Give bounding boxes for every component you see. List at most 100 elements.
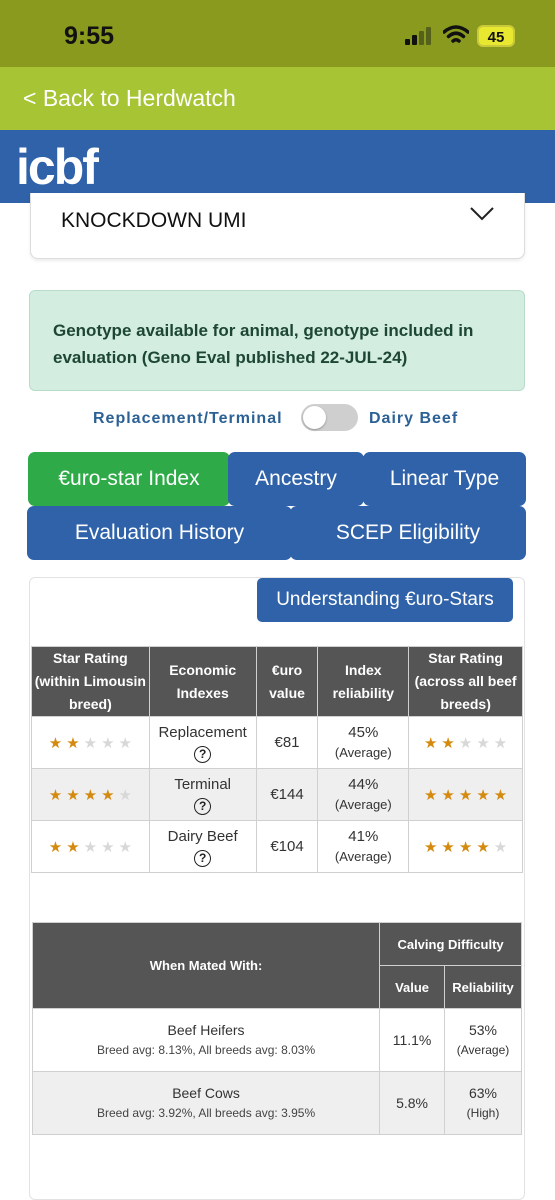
star-empty-icon: ★ xyxy=(118,838,132,856)
header-reliability: Reliability xyxy=(444,965,522,1009)
calving-value: 5.8% xyxy=(379,1071,446,1135)
star-empty-icon: ★ xyxy=(83,734,98,752)
calving-value: 11.1% xyxy=(379,1008,446,1072)
header-star-rating-across: Star Rating (across all beef breeds) xyxy=(408,646,523,717)
header-index-reliability: Index reliability xyxy=(317,646,410,717)
star-filled-icon: ★ xyxy=(423,838,438,856)
stars-within-cell: ★ ★ ★ ★ ★ xyxy=(31,768,150,821)
table-row: Beef Cows Breed avg: 3.92%, All breeds a… xyxy=(31,1071,522,1135)
star-rating-within: ★ ★ ★ ★ ★ xyxy=(34,838,147,856)
star-filled-icon: ★ xyxy=(441,838,455,856)
star-empty-icon: ★ xyxy=(83,838,98,856)
tab-scep-eligibility[interactable]: SCEP Eligibility xyxy=(290,506,526,560)
star-rating-across: ★ ★ ★ ★ ★ xyxy=(411,838,520,856)
star-empty-icon: ★ xyxy=(458,734,473,752)
reliability-cell: 41% (Average) xyxy=(317,820,410,873)
breed-averages: Breed avg: 3.92%, All breeds avg: 3.95% xyxy=(96,1106,316,1120)
star-filled-icon: ★ xyxy=(441,786,455,804)
back-to-herdwatch-link[interactable]: < Back to Herdwatch xyxy=(23,85,236,112)
table-row: ★ ★ ★ ★ ★ Dairy Beef ? €104 41% (Average) ★ ★… xyxy=(31,820,523,873)
stars-within-cell: ★ ★ ★ ★ ★ xyxy=(31,820,150,873)
mated-with-name: Beef Cows xyxy=(172,1085,240,1101)
reliability-level: (Average) xyxy=(334,744,392,760)
mated-with-name: Beef Heifers xyxy=(167,1022,245,1038)
star-filled-icon: ★ xyxy=(458,838,473,856)
reliability-cell: 44% (Average) xyxy=(317,768,410,821)
reliability-value: 53% xyxy=(468,1022,498,1038)
reliability-value: 44% xyxy=(348,775,379,793)
breed-averages: Breed avg: 8.13%, All breeds avg: 8.03% xyxy=(96,1043,316,1057)
genotype-alert-text: Genotype available for animal, genotype … xyxy=(53,321,474,367)
star-filled-icon: ★ xyxy=(458,786,473,804)
star-rating-within: ★ ★ ★ ★ ★ xyxy=(34,786,147,804)
reliability-level: (High) xyxy=(466,1106,500,1120)
header-economic-indexes: Economic Indexes xyxy=(148,646,257,717)
help-icon[interactable]: ? xyxy=(194,798,212,815)
star-empty-icon: ★ xyxy=(101,838,115,856)
reliability-value: 45% xyxy=(348,723,379,741)
star-filled-icon: ★ xyxy=(48,786,63,804)
calving-reliability-cell: 53% (Average) xyxy=(444,1008,522,1072)
stars-across-cell: ★ ★ ★ ★ ★ xyxy=(408,768,523,821)
star-filled-icon: ★ xyxy=(476,786,490,804)
star-empty-icon: ★ xyxy=(476,734,490,752)
index-cell: Dairy Beef ? xyxy=(148,820,257,873)
index-type-toggle[interactable] xyxy=(301,404,358,431)
animal-select[interactable]: KNOCKDOWN UMI xyxy=(30,193,525,259)
tab-label: Ancestry xyxy=(255,467,337,490)
star-filled-icon: ★ xyxy=(441,734,455,752)
index-cell: Replacement ? xyxy=(148,716,257,769)
mated-with-cell: Beef Cows Breed avg: 3.92%, All breeds a… xyxy=(31,1071,381,1135)
header-when-mated-with: When Mated With: xyxy=(31,922,381,1009)
star-filled-icon: ★ xyxy=(493,786,508,804)
toggle-knob xyxy=(303,406,326,429)
euro-star-index-table: Star Rating (within Limousin breed) Econ… xyxy=(31,646,523,873)
star-filled-icon: ★ xyxy=(423,786,438,804)
reliability-level: (Average) xyxy=(334,796,392,812)
header-calving-difficulty: Calving Difficulty xyxy=(379,922,522,966)
cellular-signal-icon xyxy=(405,27,435,45)
help-icon[interactable]: ? xyxy=(194,746,212,763)
battery-icon: 45 xyxy=(477,25,515,47)
star-empty-icon: ★ xyxy=(101,734,115,752)
index-name: Replacement xyxy=(158,724,247,741)
reliability-level: (Average) xyxy=(334,848,392,864)
wifi-icon xyxy=(443,25,469,43)
star-empty-icon: ★ xyxy=(493,838,508,856)
calving-reliability-cell: 63% (High) xyxy=(444,1071,522,1135)
euro-value: €81 xyxy=(255,716,319,769)
index-name: Terminal xyxy=(174,776,232,793)
stars-across-cell: ★ ★ ★ ★ ★ xyxy=(408,820,523,873)
tab-label: SCEP Eligibility xyxy=(335,521,481,544)
star-filled-icon: ★ xyxy=(423,734,438,752)
header-star-rating-within: Star Rating (within Limousin breed) xyxy=(31,646,150,717)
help-icon[interactable]: ? xyxy=(194,850,212,867)
toggle-label-dairy-beef: Dairy Beef xyxy=(369,410,459,427)
index-cell: Terminal ? xyxy=(148,768,257,821)
table-row: ★ ★ ★ ★ ★ Terminal ? €144 44% (Average) ★ ★ ★ ★… xyxy=(31,768,523,821)
star-filled-icon: ★ xyxy=(101,786,115,804)
reliability-value: 41% xyxy=(348,827,379,845)
understanding-euro-stars-button[interactable]: Understanding €uro-Stars xyxy=(257,578,513,622)
star-empty-icon: ★ xyxy=(118,734,132,752)
tab-euro-star-index[interactable]: €uro-star Index xyxy=(28,452,230,506)
euro-value: €104 xyxy=(255,820,319,873)
table-row: ★ ★ ★ ★ ★ Replacement ? €81 45% (Average) ★ ★… xyxy=(31,716,523,769)
tab-ancestry[interactable]: Ancestry xyxy=(228,452,364,512)
star-rating-across: ★ ★ ★ ★ ★ xyxy=(411,786,520,804)
tab-label: Linear Type xyxy=(389,467,500,490)
reliability-cell: 45% (Average) xyxy=(317,716,410,769)
stars-across-cell: ★ ★ ★ ★ ★ xyxy=(408,716,523,769)
tab-evaluation-history[interactable]: Evaluation History xyxy=(27,506,292,560)
icbf-logo: icbf xyxy=(16,139,99,195)
euro-value: €144 xyxy=(255,768,319,821)
battery-level: 45 xyxy=(487,29,505,46)
tab-linear-type[interactable]: Linear Type xyxy=(363,452,526,506)
understanding-euro-stars-label: Understanding €uro-Stars xyxy=(276,589,494,610)
star-filled-icon: ★ xyxy=(476,838,490,856)
status-bar: 9:55 45 xyxy=(0,0,555,67)
table-row: Beef Heifers Breed avg: 8.13%, All breed… xyxy=(31,1008,522,1072)
toggle-label-replacement-terminal: Replacement/Terminal xyxy=(93,410,283,427)
genotype-alert: Genotype available for animal, genotype … xyxy=(29,290,525,391)
header-value: Value xyxy=(379,965,446,1009)
